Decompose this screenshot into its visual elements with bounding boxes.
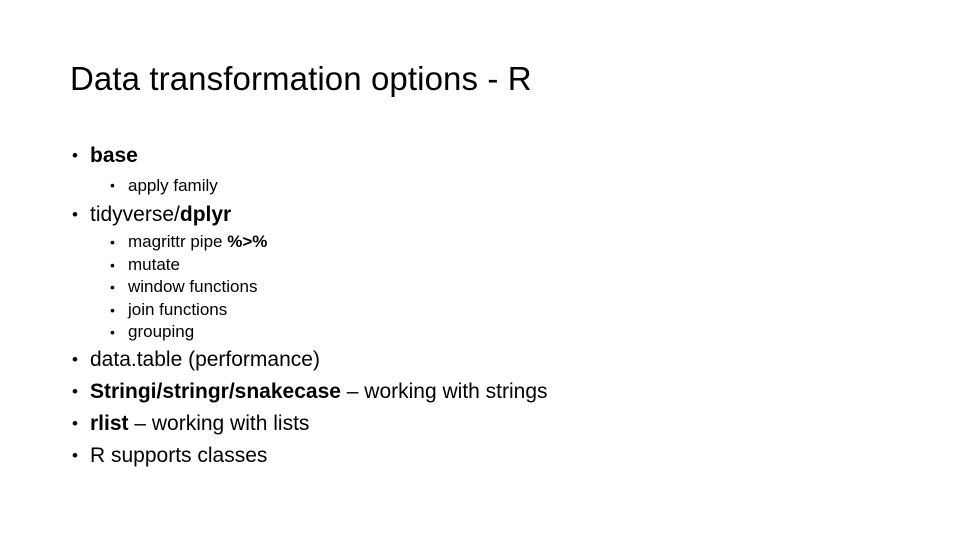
text-run: – working with lists (128, 411, 310, 435)
bullet-r-supports-classes-text: R supports classes (90, 440, 902, 472)
bullet-marker-icon: • (110, 324, 115, 340)
bullet-window-functions: • window functions (62, 276, 902, 299)
text-run: join functions (128, 299, 228, 319)
text-run: R supports classes (90, 443, 268, 467)
bullet-marker-icon: • (110, 279, 115, 295)
text-run: mutate (128, 254, 180, 274)
slide-body-placeholder: • base • apply family • tidyverse/dplyr • magri… (62, 140, 902, 472)
bullet-marker-icon: • (72, 205, 78, 224)
text-run: base (90, 144, 138, 167)
bullet-marker-icon: • (72, 349, 78, 369)
bullet-tidyverse-dplyr-text: tidyverse/dplyr (90, 199, 902, 231)
bullet-magrittr-pipe-text: magrittr pipe %>% (128, 231, 902, 254)
bullet-base: • base (62, 140, 902, 172)
bullet-rlist: • rlist – working with lists (62, 408, 902, 440)
bullet-grouping: • grouping (62, 321, 902, 344)
bullet-string-packages-text: Stringi/stringr/snakecase – working with… (90, 376, 902, 408)
bullet-marker-icon: • (110, 234, 115, 250)
bullet-base-text: base (90, 140, 902, 172)
text-run: Stringi/stringr/snakecase (90, 379, 341, 403)
text-run: dplyr (179, 203, 232, 226)
bullet-marker-icon: • (72, 146, 78, 165)
bullet-list: • base • apply family • tidyverse/dplyr • magri… (62, 140, 902, 472)
bullet-marker-icon: • (110, 256, 115, 273)
text-run: – working with strings (340, 379, 548, 403)
bullet-tidyverse-dplyr: • tidyverse/dplyr (62, 199, 902, 231)
bullet-marker-icon: • (72, 445, 78, 465)
text-run: data.table (performance) (90, 347, 320, 371)
text-run: window functions (128, 277, 258, 296)
bullet-string-packages: • Stringi/stringr/snakecase – working wit… (62, 376, 902, 408)
bullet-data-table-text: data.table (performance) (90, 344, 902, 376)
bullet-marker-icon: • (110, 301, 115, 318)
bullet-apply-family-text: apply family (128, 172, 902, 199)
bullet-rlist-text: rlist – working with lists (90, 408, 902, 440)
slide-canvas: Data transformation options - R • base • ap… (0, 0, 960, 540)
text-run: apply family (128, 176, 218, 195)
bullet-join-functions: • join functions (62, 299, 902, 322)
bullet-marker-icon: • (72, 413, 78, 433)
text-run: rlist (90, 411, 129, 435)
bullet-data-table: • data.table (performance) (62, 344, 902, 376)
text-run: tidyverse/ (90, 203, 180, 226)
bullet-join-functions-text: join functions (128, 299, 902, 322)
page-title: Data transformation options - R (70, 60, 532, 97)
bullet-marker-icon: • (110, 177, 115, 193)
text-run: magrittr pipe (128, 232, 228, 251)
bullet-mutate-text: mutate (128, 254, 902, 277)
bullet-window-functions-text: window functions (128, 276, 902, 299)
text-run: grouping (128, 322, 195, 341)
bullet-magrittr-pipe: • magrittr pipe %>% (62, 231, 902, 254)
bullet-grouping-text: grouping (128, 321, 902, 344)
bullet-apply-family: • apply family (62, 172, 902, 199)
bullet-marker-icon: • (72, 381, 78, 401)
bullet-mutate: • mutate (62, 254, 902, 277)
bullet-r-supports-classes: • R supports classes (62, 440, 902, 472)
text-run: %>% (227, 232, 268, 251)
